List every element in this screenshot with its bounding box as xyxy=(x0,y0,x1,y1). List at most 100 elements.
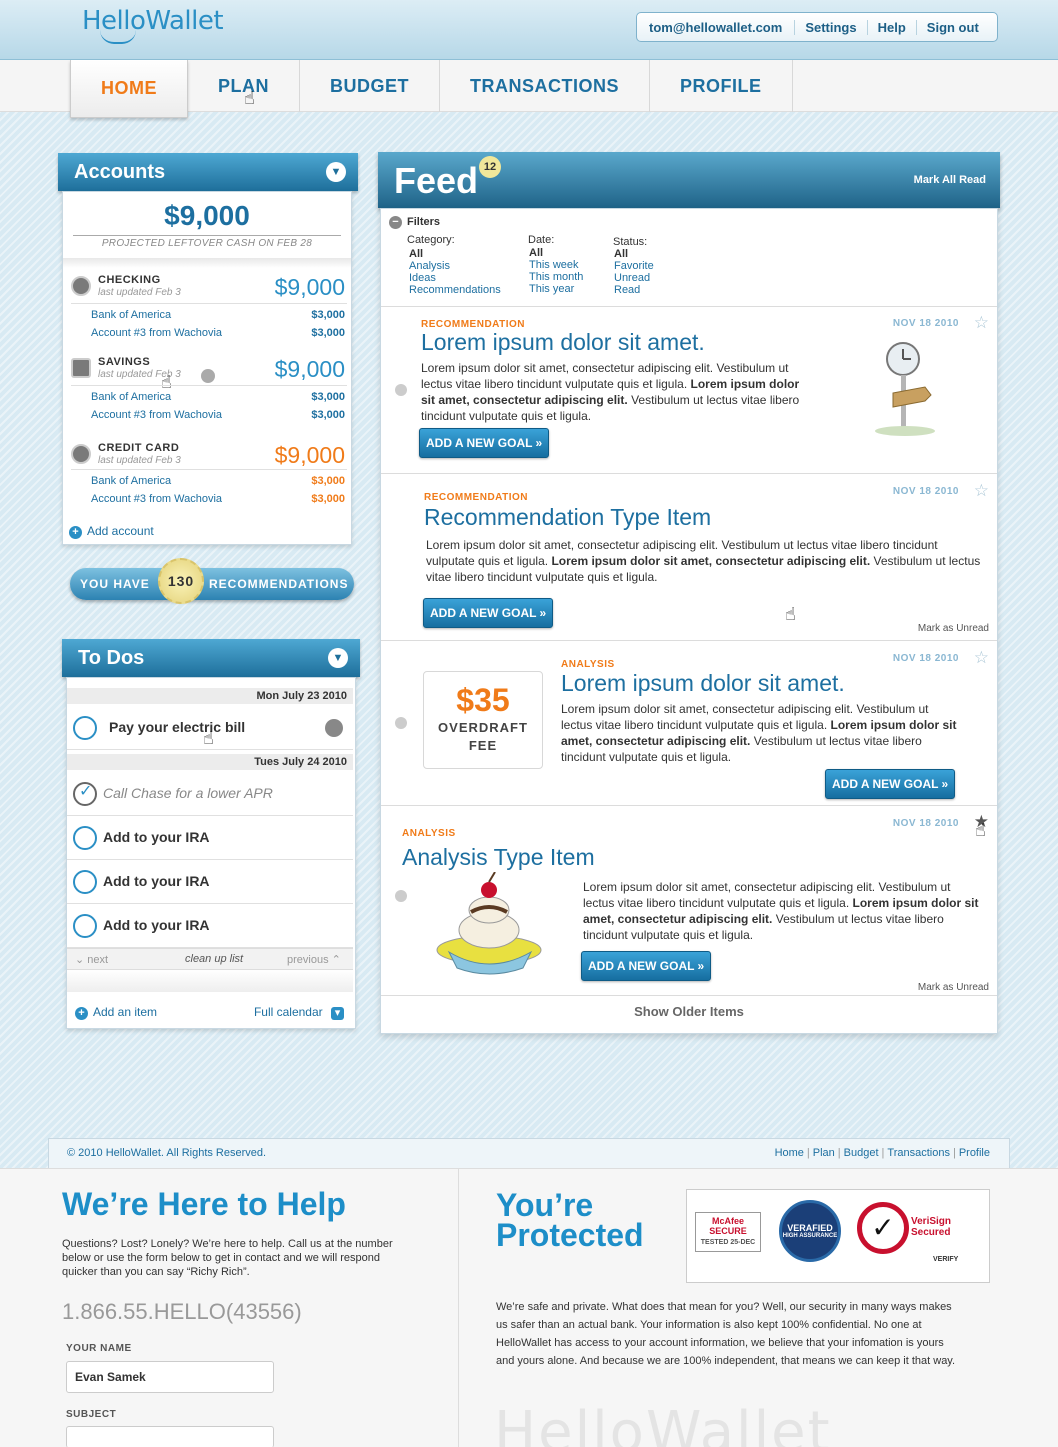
star-icon[interactable]: ☆ xyxy=(974,481,989,501)
pager-next[interactable]: ⌄ next xyxy=(75,953,108,966)
verisign-label[interactable]: VeriSign Secured xyxy=(911,1216,981,1238)
chevron-down-icon[interactable]: ▼ xyxy=(328,648,348,668)
add-account-link[interactable]: + Add account xyxy=(69,524,154,539)
nav-home[interactable]: HOME xyxy=(70,60,188,118)
feed-title: Feed xyxy=(394,160,479,201)
chevron-down-icon[interactable]: ▼ xyxy=(326,162,346,182)
sub-account[interactable]: Bank of America $3,000 xyxy=(91,309,347,321)
item-title[interactable]: Analysis Type Item xyxy=(402,844,595,871)
star-icon[interactable]: ☆ xyxy=(974,648,989,668)
add-goal-button[interactable]: ADD A NEW GOAL » xyxy=(825,769,956,799)
help-link[interactable]: Help xyxy=(866,19,916,35)
unread-dot[interactable] xyxy=(395,717,407,729)
footer-bar: © 2010 HelloWallet. All Rights Reserved.… xyxy=(48,1138,1010,1168)
feed-panel: − Filters Category: All Analysis Ideas Re… xyxy=(380,208,998,1034)
name-label: YOUR NAME xyxy=(66,1343,132,1354)
nav-budget[interactable]: BUDGET xyxy=(300,60,440,112)
account-credit-card[interactable]: CREDIT CARD last updated Feb 3 $9,000 xyxy=(71,442,347,476)
sub-account-name: Account #3 from Wachovia xyxy=(91,493,223,505)
full-calendar-link[interactable]: Full calendar ▾ xyxy=(254,1005,349,1020)
footer-link-home[interactable]: Home xyxy=(772,1147,807,1159)
feed-header: Feed 12 Mark All Read xyxy=(378,152,1000,208)
filter-date-year[interactable]: This year xyxy=(529,283,574,295)
divider xyxy=(73,235,341,236)
todo-item[interactable]: Add to your IRA xyxy=(67,816,353,860)
todo-checkbox[interactable] xyxy=(73,870,97,894)
settings-link[interactable]: Settings xyxy=(794,19,866,35)
todo-item[interactable]: Add to your IRA xyxy=(67,904,353,948)
footer-link-profile[interactable]: Profile xyxy=(956,1147,993,1159)
verisign-sub: VERIFY xyxy=(933,1256,959,1263)
copyright: © 2010 HelloWallet. All Rights Reserved. xyxy=(67,1147,267,1159)
plus-icon: + xyxy=(75,1007,88,1020)
show-older-button[interactable]: Show Older Items xyxy=(381,1004,997,1019)
filters-toggle[interactable]: − Filters xyxy=(389,216,440,229)
subject-field[interactable] xyxy=(66,1426,274,1447)
refresh-icon[interactable] xyxy=(201,369,215,383)
unread-dot[interactable] xyxy=(395,384,407,396)
user-email[interactable]: tom@hellowallet.com xyxy=(649,20,794,35)
sub-account-value: $3,000 xyxy=(311,409,345,421)
mark-unread-link[interactable]: Mark as Unread xyxy=(918,982,989,993)
add-goal-button[interactable]: ADD A NEW GOAL » xyxy=(423,598,554,628)
todo-checkbox[interactable] xyxy=(73,914,97,938)
sign-out-link[interactable]: Sign out xyxy=(915,19,989,35)
filter-date-week[interactable]: This week xyxy=(529,259,579,271)
filter-category-recommendations[interactable]: Recommendations xyxy=(409,284,501,296)
star-icon[interactable]: ☆ xyxy=(974,313,989,333)
name-field[interactable]: Evan Samek xyxy=(66,1361,274,1393)
item-title[interactable]: Lorem ipsum dolor sit amet. xyxy=(561,670,845,697)
todo-item[interactable]: ✓ Call Chase for a lower APR xyxy=(67,772,353,816)
filter-status-unread[interactable]: Unread xyxy=(614,272,650,284)
sub-account[interactable]: Account #3 from Wachovia $3,000 xyxy=(91,327,347,339)
sub-account[interactable]: Bank of America $3,000 xyxy=(91,475,347,487)
add-item-link[interactable]: + Add an item xyxy=(75,1005,157,1020)
divider xyxy=(71,469,347,470)
recommendations-banner[interactable]: YOU HAVE 130 RECOMMENDATIONS xyxy=(70,558,354,604)
todo-item[interactable]: Add to your IRA xyxy=(67,860,353,904)
sub-account-value: $3,000 xyxy=(311,327,345,339)
account-updated: last updated Feb 3 xyxy=(98,455,181,466)
add-account-label: Add account xyxy=(87,524,154,538)
todo-checkbox[interactable] xyxy=(73,826,97,850)
filter-date-month[interactable]: This month xyxy=(529,271,583,283)
unread-dot[interactable] xyxy=(395,890,407,902)
item-text: Lorem ipsum dolor sit amet, consectetur … xyxy=(583,879,979,943)
mark-all-read-button[interactable]: Mark All Read xyxy=(914,174,986,186)
footer-link-transactions[interactable]: Transactions xyxy=(884,1147,953,1159)
checking-icon xyxy=(71,276,91,296)
divider xyxy=(67,970,353,992)
todo-text: Call Chase for a lower APR xyxy=(103,785,273,801)
footer-link-plan[interactable]: Plan xyxy=(810,1147,838,1159)
add-goal-button[interactable]: ADD A NEW GOAL » xyxy=(581,951,712,981)
todo-checkbox-checked[interactable]: ✓ xyxy=(73,782,97,806)
pager-next-label: next xyxy=(87,954,109,966)
sub-account[interactable]: Account #3 from Wachovia $3,000 xyxy=(91,409,347,421)
mark-unread-link[interactable]: Mark as Unread xyxy=(918,623,989,634)
sub-account-value: $3,000 xyxy=(311,493,345,505)
verafied-badge[interactable]: VERAFIED HIGH ASSURANCE xyxy=(779,1200,841,1262)
item-title[interactable]: Lorem ipsum dolor sit amet. xyxy=(421,329,705,356)
nav-profile[interactable]: PROFILE xyxy=(650,60,793,112)
footer-link-budget[interactable]: Budget xyxy=(841,1147,882,1159)
nav-transactions[interactable]: TRANSACTIONS xyxy=(440,60,650,112)
filter-date-all[interactable]: All xyxy=(529,247,543,259)
filter-category-analysis[interactable]: Analysis xyxy=(409,260,450,272)
filter-category-all[interactable]: All xyxy=(409,248,423,260)
pager-previous[interactable]: previous ⌃ xyxy=(287,953,341,966)
sub-account[interactable]: Account #3 from Wachovia $3,000 xyxy=(91,493,347,505)
pager-previous-label: previous xyxy=(287,954,329,966)
add-goal-button[interactable]: ADD A NEW GOAL » xyxy=(419,428,550,458)
mcafee-badge[interactable]: McAfee SECURE TESTED 25-DEC xyxy=(695,1212,761,1252)
filter-category-ideas[interactable]: Ideas xyxy=(409,272,436,284)
clean-up-list[interactable]: clean up list xyxy=(185,953,243,965)
filter-status-favorite[interactable]: Favorite xyxy=(614,260,654,272)
credit-card-icon xyxy=(71,444,91,464)
sub-account[interactable]: Bank of America $3,000 xyxy=(91,391,347,403)
filter-status-all[interactable]: All xyxy=(614,248,628,260)
account-amount: $9,000 xyxy=(274,442,345,468)
todo-text: Pay your electric bill xyxy=(109,719,246,735)
todo-checkbox[interactable] xyxy=(73,716,97,740)
filter-status-read[interactable]: Read xyxy=(614,284,640,296)
item-title[interactable]: Recommendation Type Item xyxy=(424,504,711,531)
